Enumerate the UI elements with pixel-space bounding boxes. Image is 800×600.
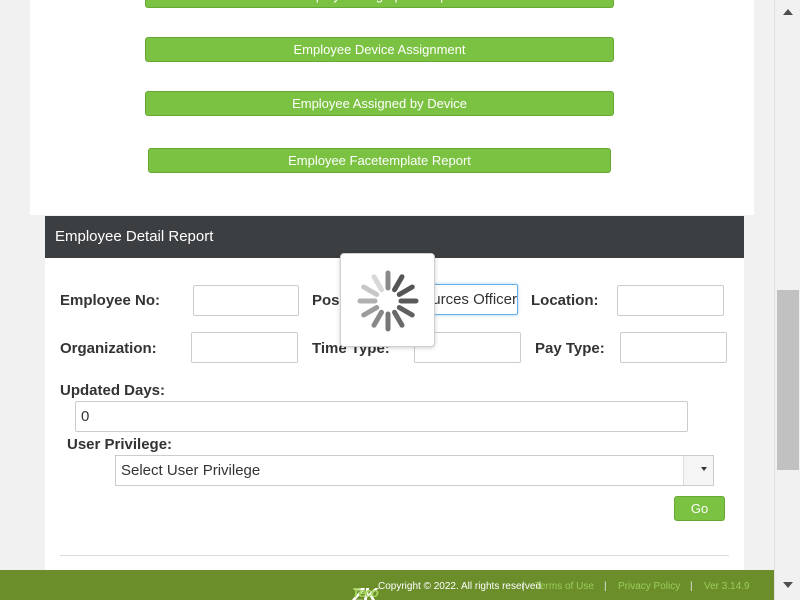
pay-type-label: Pay Type:	[535, 340, 605, 357]
employee-assigned-by-device-button[interactable]: Employee Assigned by Device	[145, 91, 614, 116]
employee-fingerprint-report-button[interactable]: Employee Fingerprint Report	[145, 0, 614, 8]
updated-days-label: Updated Days:	[60, 382, 166, 399]
logo-suffix: Teco	[352, 585, 379, 600]
report-buttons-card: Employee Fingerprint Report Employee Dev…	[30, 0, 754, 215]
organization-label: Organization:	[60, 340, 157, 357]
pay-type-field[interactable]	[620, 332, 727, 363]
updated-days-field[interactable]: 0	[75, 401, 688, 432]
terms-of-use-link[interactable]: Terms of Use	[535, 581, 594, 592]
user-privilege-select[interactable]: Select User Privilege	[115, 455, 714, 486]
footer-separator: |	[690, 581, 693, 592]
organization-field[interactable]	[191, 332, 298, 363]
employee-no-label: Employee No:	[60, 292, 161, 309]
user-privilege-selected-value: Select User Privilege	[121, 462, 261, 479]
location-field[interactable]	[617, 285, 724, 316]
loading-spinner-icon	[357, 270, 419, 332]
location-label: Location:	[531, 292, 599, 309]
vertical-scrollbar[interactable]	[774, 0, 800, 600]
page-footer: ZK Teco Copyright © 2022. All rights rese…	[0, 570, 774, 600]
footer-separator: |	[522, 581, 525, 592]
user-privilege-label: User Privilege:	[67, 436, 173, 453]
employee-device-assignment-button[interactable]: Employee Device Assignment	[145, 37, 614, 62]
version-text: Ver 3.14.9	[704, 581, 750, 592]
panel-divider	[60, 555, 729, 556]
employee-no-field[interactable]	[193, 285, 299, 316]
loading-spinner-overlay	[340, 253, 435, 347]
footer-separator: |	[604, 581, 607, 592]
panel-title: Employee Detail Report	[45, 216, 744, 258]
scrollbar-thumb[interactable]	[777, 290, 799, 470]
go-button[interactable]: Go	[674, 496, 725, 521]
scroll-up-arrow-icon[interactable]	[783, 9, 793, 15]
copyright-text: Copyright © 2022. All rights reserved.	[378, 581, 544, 592]
employee-facetemplate-report-button[interactable]: Employee Facetemplate Report	[148, 148, 611, 173]
chevron-down-icon[interactable]	[683, 456, 713, 485]
scroll-down-arrow-icon[interactable]	[783, 582, 793, 588]
privacy-policy-link[interactable]: Privacy Policy	[618, 581, 680, 592]
